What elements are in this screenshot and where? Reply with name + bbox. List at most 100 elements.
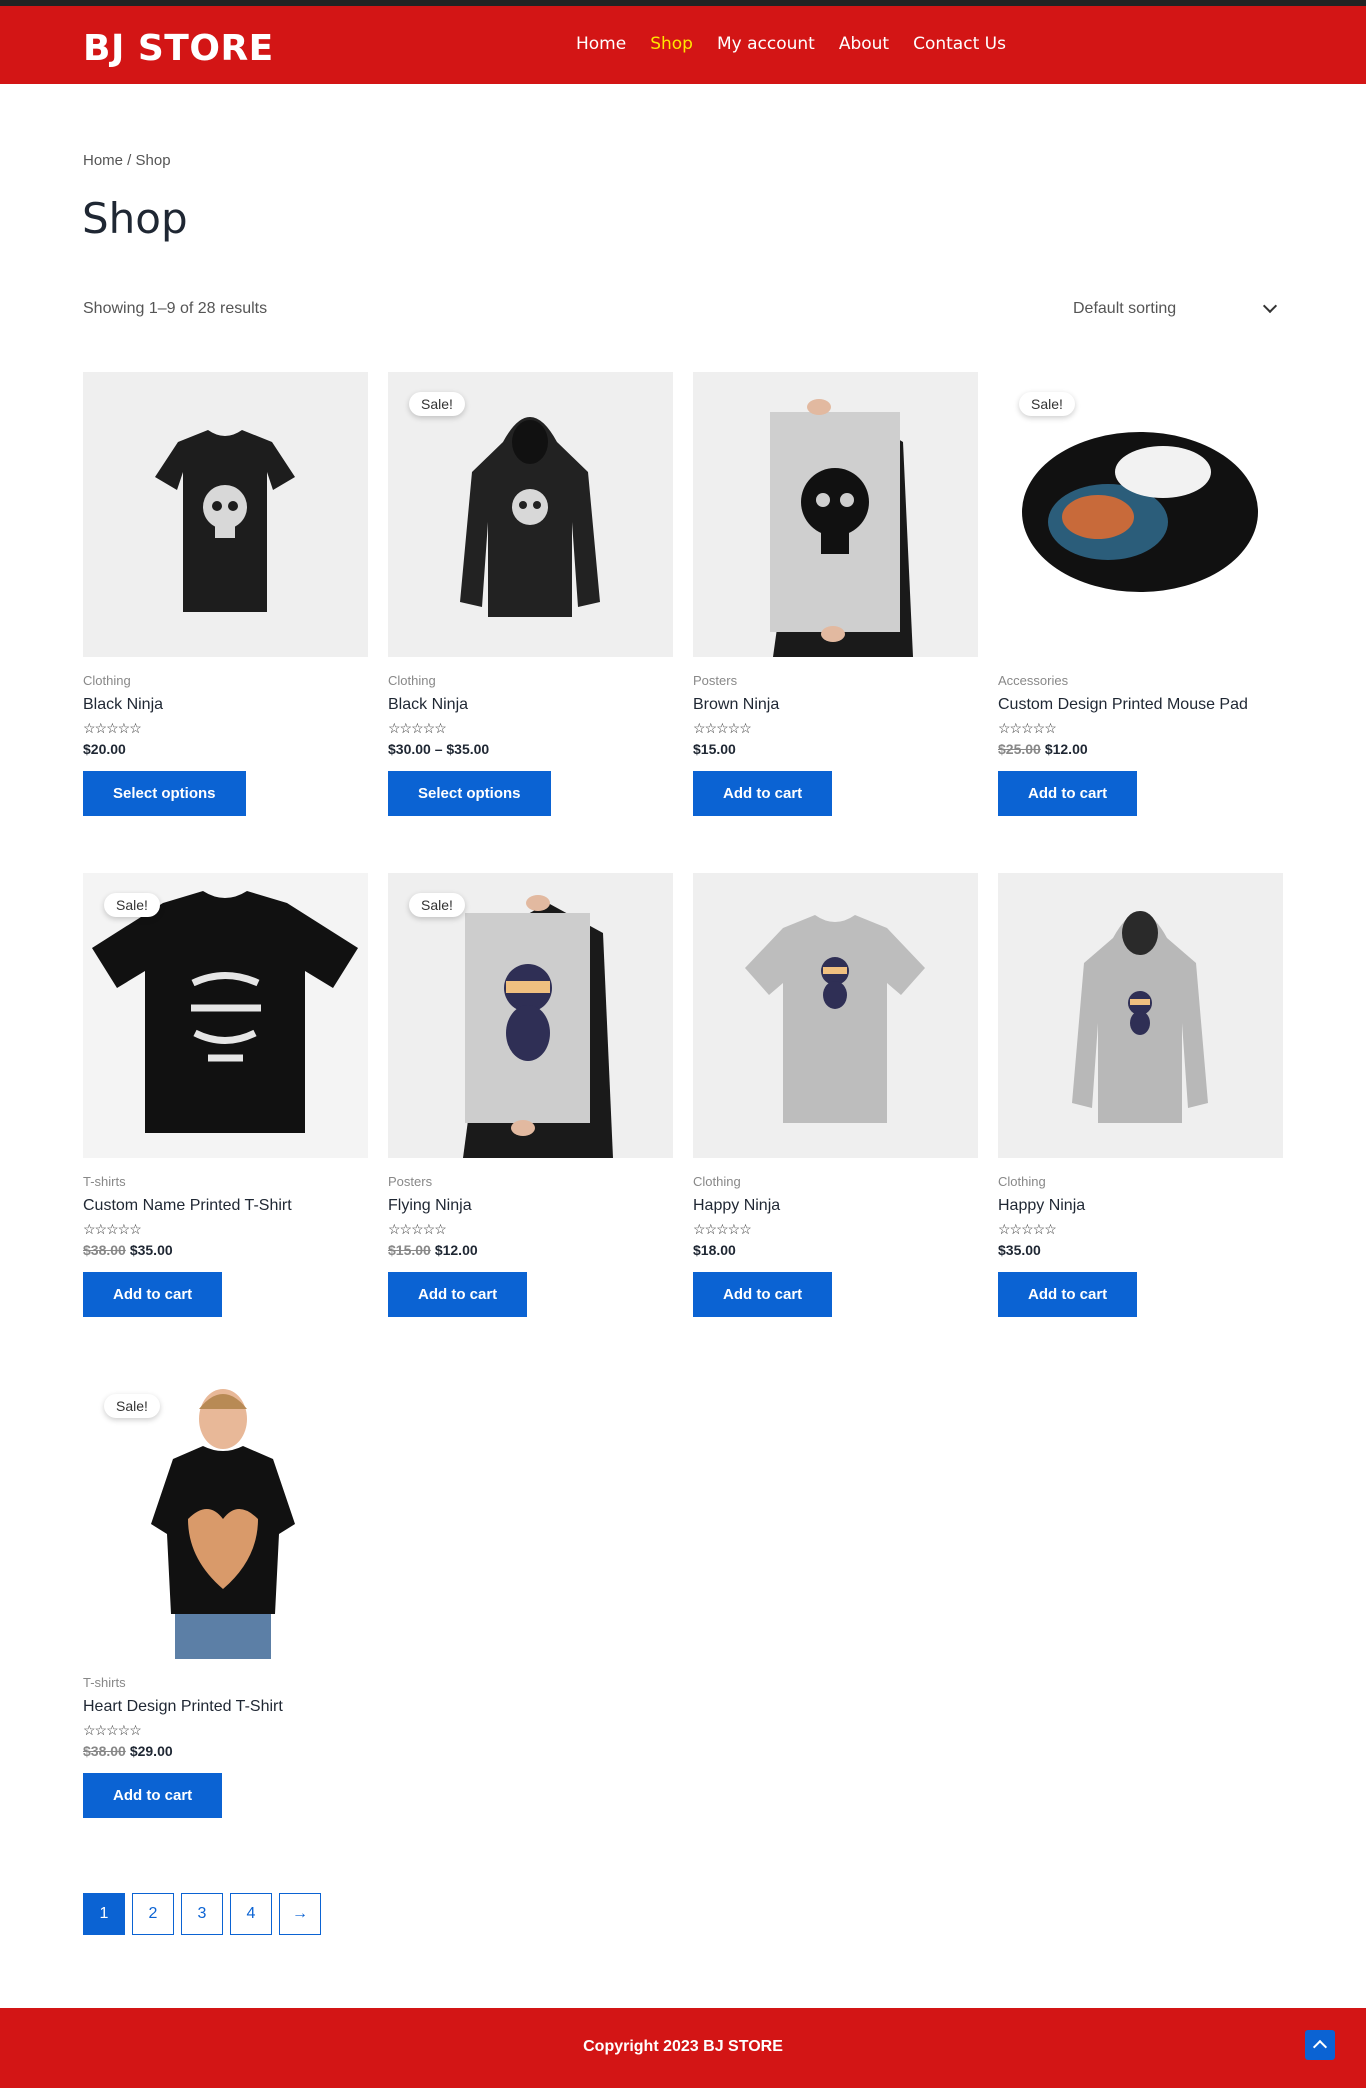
product-price: $15.00 $12.00 (388, 1242, 673, 1258)
product-image[interactable]: Sale! (388, 372, 673, 657)
product-card: Sale! Accessories Custom Design Printed … (998, 372, 1283, 816)
select-options-button[interactable]: Select options (83, 771, 246, 816)
current-price: $18.00 (693, 1242, 736, 1258)
product-image[interactable] (83, 372, 368, 657)
sorting-select[interactable]: Default sorting (1073, 290, 1283, 328)
nav-contact-us[interactable]: Contact Us (913, 34, 1006, 54)
rating-stars: ☆☆☆☆☆ (998, 1221, 1057, 1237)
product-price: $35.00 (998, 1242, 1283, 1258)
select-options-button[interactable]: Select options (388, 771, 551, 816)
current-price: $12.00 (434, 1242, 478, 1258)
add-to-cart-button[interactable]: Add to cart (83, 1272, 223, 1317)
product-name[interactable]: Black Ninja (388, 696, 673, 714)
product-card: Sale! Posters Flying Ninja ☆☆☆☆☆ $15.00 $… (388, 873, 673, 1317)
current-price: $29.00 (129, 1743, 173, 1759)
next-page-button[interactable]: → (279, 1893, 321, 1935)
rating-stars: ☆☆☆☆☆ (998, 720, 1057, 736)
product-name[interactable]: Brown Ninja (693, 696, 978, 714)
site-footer: Copyright 2023 BJ STORE (0, 2008, 1366, 2088)
add-to-cart-button[interactable]: Add to cart (83, 1773, 223, 1818)
old-price: $15.00 (388, 1242, 431, 1258)
product-image[interactable] (693, 372, 978, 657)
sale-badge: Sale! (104, 893, 160, 917)
add-to-cart-button[interactable]: Add to cart (693, 771, 833, 816)
product-image[interactable] (693, 873, 978, 1158)
product-card: Clothing Happy Ninja ☆☆☆☆☆ $35.00 Add to… (998, 873, 1283, 1317)
old-price: $38.00 (83, 1242, 126, 1258)
product-name[interactable]: Custom Name Printed T-Shirt (83, 1197, 368, 1215)
product-category[interactable]: Posters (388, 1174, 673, 1189)
nav-home[interactable]: Home (576, 34, 626, 54)
sale-badge: Sale! (409, 893, 465, 917)
product-name[interactable]: Black Ninja (83, 696, 368, 714)
page-3[interactable]: 3 (181, 1893, 223, 1935)
main-nav: Home Shop My account About Contact Us (576, 34, 1030, 54)
old-price: $25.00 (998, 741, 1041, 757)
product-price: $30.00 – $35.00 (388, 741, 673, 757)
add-to-cart-button[interactable]: Add to cart (388, 1272, 528, 1317)
product-category[interactable]: T-shirts (83, 1675, 368, 1690)
nav-my-account[interactable]: My account (717, 34, 815, 54)
current-price: $35.00 (129, 1242, 173, 1258)
site-header: BJ STORE Home Shop My account About Cont… (0, 6, 1366, 84)
product-name[interactable]: Custom Design Printed Mouse Pad (998, 696, 1283, 714)
product-price: $18.00 (693, 1242, 978, 1258)
add-to-cart-button[interactable]: Add to cart (998, 771, 1138, 816)
product-card: Clothing Happy Ninja ☆☆☆☆☆ $18.00 Add to… (693, 873, 978, 1317)
product-category[interactable]: Clothing (388, 673, 673, 688)
rating-stars: ☆☆☆☆☆ (83, 1722, 142, 1738)
nav-shop[interactable]: Shop (650, 34, 693, 54)
current-price: $12.00 (1044, 741, 1088, 757)
product-price: $38.00 $29.00 (83, 1743, 368, 1759)
page-2[interactable]: 2 (132, 1893, 174, 1935)
rating-stars: ☆☆☆☆☆ (388, 1221, 447, 1237)
page-4[interactable]: 4 (230, 1893, 272, 1935)
rating-stars: ☆☆☆☆☆ (388, 720, 447, 736)
nav-about[interactable]: About (839, 34, 889, 54)
pagination: 1 2 3 4 → (83, 1893, 321, 1935)
page-title: Shop (82, 194, 188, 243)
rating-stars: ☆☆☆☆☆ (693, 1221, 752, 1237)
result-count: Showing 1–9 of 28 results (83, 300, 268, 317)
rating-stars: ☆☆☆☆☆ (83, 1221, 142, 1237)
sale-badge: Sale! (104, 1394, 160, 1418)
product-image[interactable]: Sale! (998, 372, 1283, 657)
product-image[interactable]: Sale! (83, 1374, 368, 1659)
rating-stars: ☆☆☆☆☆ (693, 720, 752, 736)
product-category[interactable]: Clothing (998, 1174, 1283, 1189)
current-price: $20.00 (83, 741, 126, 757)
product-category[interactable]: T-shirts (83, 1174, 368, 1189)
rating-stars: ☆☆☆☆☆ (83, 720, 142, 736)
scroll-to-top-icon[interactable] (1305, 2030, 1335, 2060)
product-category[interactable]: Clothing (83, 673, 368, 688)
sale-badge: Sale! (1019, 392, 1075, 416)
product-category[interactable]: Accessories (998, 673, 1283, 688)
add-to-cart-button[interactable]: Add to cart (693, 1272, 833, 1317)
breadcrumb[interactable]: Home / Shop (83, 152, 171, 169)
old-price: $38.00 (83, 1743, 126, 1759)
product-card: Clothing Black Ninja ☆☆☆☆☆ $20.00 Select… (83, 372, 368, 816)
product-image[interactable]: Sale! (388, 873, 673, 1158)
product-name[interactable]: Happy Ninja (693, 1197, 978, 1215)
product-image[interactable]: Sale! (83, 873, 368, 1158)
product-name[interactable]: Heart Design Printed T-Shirt (83, 1698, 368, 1716)
product-name[interactable]: Flying Ninja (388, 1197, 673, 1215)
product-category[interactable]: Posters (693, 673, 978, 688)
product-category[interactable]: Clothing (693, 1174, 978, 1189)
product-card: Sale! T-shirts Custom Name Printed T-Shi… (83, 873, 368, 1317)
product-card: Posters Brown Ninja ☆☆☆☆☆ $15.00 Add to … (693, 372, 978, 816)
product-price: $20.00 (83, 741, 368, 757)
add-to-cart-button[interactable]: Add to cart (998, 1272, 1138, 1317)
current-price: $30.00 – $35.00 (388, 741, 490, 757)
site-logo[interactable]: BJ STORE (83, 28, 274, 69)
current-price: $35.00 (998, 1242, 1041, 1258)
page-1: 1 (83, 1893, 125, 1935)
product-name[interactable]: Happy Ninja (998, 1197, 1283, 1215)
current-price: $15.00 (693, 741, 736, 757)
product-card: Sale! T-shirts Heart Design Printed T-Sh… (83, 1374, 368, 1818)
product-price: $38.00 $35.00 (83, 1242, 368, 1258)
copyright-text: Copyright 2023 BJ STORE (583, 2038, 783, 2055)
chevron-down-icon (1262, 298, 1278, 314)
product-image[interactable] (998, 873, 1283, 1158)
product-price: $15.00 (693, 741, 978, 757)
